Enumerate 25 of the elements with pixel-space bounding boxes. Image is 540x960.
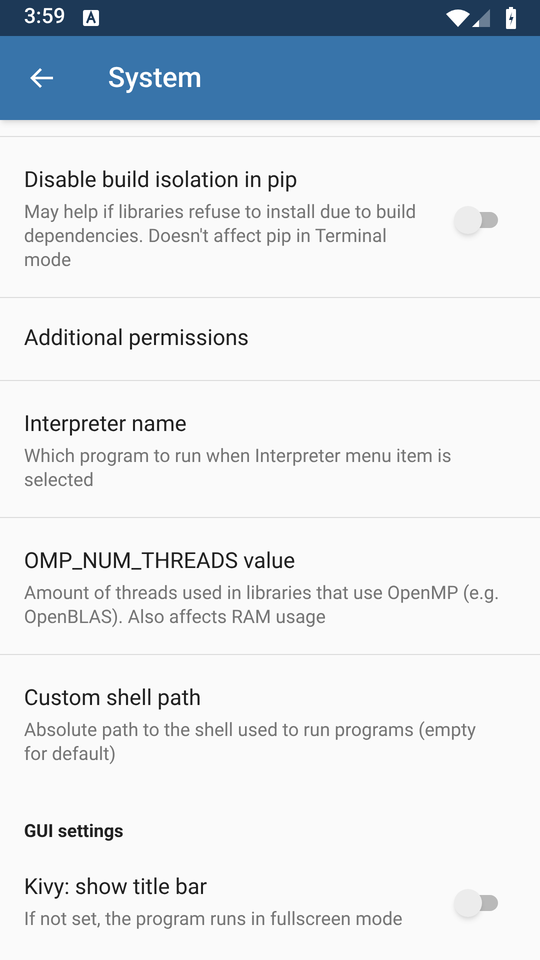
preference-summary: If not set, the program runs in fullscreen mode xyxy=(24,907,404,931)
preference-row[interactable]: Kivy: show title bar If not set, the program runs in fullscreen mode xyxy=(0,844,540,956)
preference-title: Interpreter name xyxy=(24,411,188,439)
preference-summary: Absolute path to the shell used to run programs (empty for default) xyxy=(24,718,477,766)
preference-row[interactable]: Interpreter name Which program to run when Interpreter menu item is selected xyxy=(0,381,540,518)
preference-summary: Amount of threads used in libraries that use OpenMP (e.g. OpenBLAS). Also affects RAM usage xyxy=(24,581,500,629)
keyboard-notification-icon xyxy=(83,10,100,26)
preference-row[interactable]: Custom shell path Absolute path to the shell used to run programs (empty for default) xyxy=(0,655,540,791)
preference-row[interactable]: OMP_NUM_THREADS value Amount of threads used in libraries that use OpenMP (e.g. OpenBLAS). Also affects RAM usage xyxy=(0,518,540,655)
preference-summary: May help if libraries refuse to install due to build dependencies. Doesn't affect pip in Terminal mode xyxy=(24,200,418,272)
battery-charging-icon xyxy=(506,7,516,29)
preference-title: Custom shell path xyxy=(24,685,202,713)
preference-title: Disable build isolation in pip xyxy=(24,167,298,195)
clock: 3:59 xyxy=(24,4,66,32)
signal-icon xyxy=(472,9,490,27)
preference-title: OMP_NUM_THREADS value xyxy=(24,548,296,576)
category-header: GUI settings xyxy=(24,820,124,844)
preference-row[interactable]: Disable build isolation in pip May help if libraries refuse to install due to build dependencies. Doesn't affect pip in Terminal mode xyxy=(0,137,540,298)
back-arrow-icon xyxy=(29,66,55,90)
wifi-icon xyxy=(446,9,470,27)
screen-title: System xyxy=(108,60,202,96)
preference-title: Additional permissions xyxy=(24,325,250,353)
preference-title: Kivy: show title bar xyxy=(24,874,208,902)
preference-summary: Which program to run when Interpreter menu item is selected xyxy=(24,444,452,492)
preference-row[interactable]: Additional permissions xyxy=(0,298,540,381)
